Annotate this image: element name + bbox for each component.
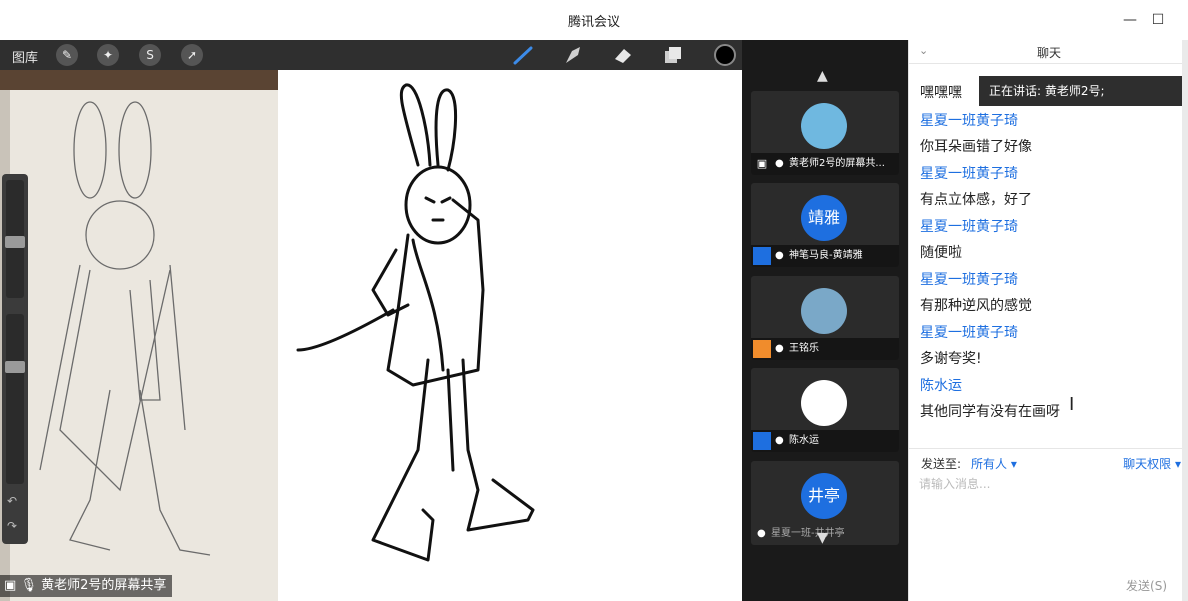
transform-arrow-icon[interactable]: ➚ (181, 44, 203, 66)
app-window: 腾讯会议 — ☐ 图库 ✎ ✦ S ➚ ↶ ↷ ▣ 🎙 黄老师2号的屏幕共享 ▲… (0, 0, 1188, 601)
participant-name-bar: ● 陈水运 (751, 430, 899, 452)
maximize-button[interactable]: ☐ (1148, 10, 1168, 30)
message-text: 随便啦 (920, 245, 962, 261)
sketch-photo (0, 70, 278, 601)
mic-icon: ● (775, 158, 784, 169)
brush-sliders: ↶ ↷ (2, 174, 28, 544)
participant-name-bar: ▣ ● 黄老师2号的屏幕共... (751, 153, 899, 175)
compose-area: 发送至: 所有人 ▾ 聊天权限 ▾ 发送(S) (909, 448, 1188, 601)
share-label-text: 黄老师2号的屏幕共享 (41, 578, 167, 593)
text-cursor-icon: I (1069, 394, 1075, 415)
message-sender: 星夏一班黄子琦 (920, 219, 1018, 235)
opacity-slider[interactable] (6, 314, 24, 484)
opacity-knob[interactable] (5, 361, 25, 373)
selection-icon[interactable]: S (139, 44, 161, 66)
send-to-dropdown[interactable]: 所有人 ▾ (971, 455, 1017, 472)
user-icon (753, 247, 771, 265)
participant-name: 星夏一班-井井亭 (771, 528, 845, 539)
screen-share-icon: ▣ (756, 157, 768, 170)
participant-name: 黄老师2号的屏幕共... (789, 158, 885, 169)
mic-muted-icon: ● (775, 435, 784, 446)
undo-icon[interactable]: ↶ (7, 494, 17, 508)
photo-edge (0, 70, 278, 90)
message-text: 有点立体感，好了 (920, 192, 1032, 208)
mic-muted-icon: ● (775, 250, 784, 261)
participant-card[interactable]: ● 陈水运 (751, 368, 899, 452)
drawing-canvas[interactable] (278, 70, 742, 601)
message-sender: 星夏一班黄子琦 (920, 113, 1018, 129)
brush-size-knob[interactable] (5, 236, 25, 248)
avatar: 井亭 (801, 473, 847, 519)
message-text: 有那种逆风的感觉 (920, 298, 1032, 314)
rabbit-drawing (296, 83, 535, 562)
participants-panel: ▲ ▣ ● 黄老师2号的屏幕共... 靖雅 ● 神笔马良-黄靖雅 ● 王铭乐 ● 陈水运 (742, 40, 908, 601)
message-sender: 星夏一班黄子琦 (920, 272, 1018, 288)
participant-name-bar: ● 神笔马良-黄靖雅 (751, 245, 899, 267)
participant-name: 神笔马良-黄靖雅 (789, 250, 863, 261)
message-text: 多谢夸奖! (920, 351, 982, 367)
message-text: 嘿嘿嘿 (920, 85, 962, 101)
chat-title: 聊天 (1036, 46, 1061, 60)
chat-header: ⌄ 聊天 (909, 40, 1188, 64)
message-text: 其他同学有没有在画呀 (920, 404, 1060, 420)
layers-icon[interactable] (662, 45, 684, 65)
participant-card[interactable]: ● 王铭乐 (751, 276, 899, 360)
minimize-button[interactable]: — (1120, 10, 1140, 30)
user-icon (753, 340, 771, 358)
participant-card[interactable]: ▣ ● 黄老师2号的屏幕共... (751, 91, 899, 175)
avatar (801, 288, 847, 334)
message-input[interactable] (919, 475, 1179, 565)
share-label: ▣ 🎙 黄老师2号的屏幕共享 (0, 575, 173, 597)
participant-name-bar: ● 王铭乐 (751, 338, 899, 360)
avatar: 靖雅 (801, 195, 847, 241)
participant-name: 陈水运 (789, 435, 819, 446)
message-sender: 星夏一班黄子琦 (920, 325, 1018, 341)
avatar (801, 380, 847, 426)
message-text: 你耳朵画错了好像 (920, 139, 1032, 155)
scrollbar[interactable] (1182, 40, 1188, 601)
screen-share-icon: ▣ (4, 578, 17, 593)
message-sender: 星夏一班黄子琦 (920, 166, 1018, 182)
gallery-button[interactable]: 图库 (12, 47, 38, 66)
send-to-label: 发送至: (921, 457, 962, 471)
sketch-paper (10, 70, 278, 601)
user-icon (753, 432, 771, 450)
scroll-up-icon[interactable]: ▲ (817, 68, 828, 84)
mic-icon: 🎙 (20, 578, 37, 593)
message-list[interactable]: 嘿嘿嘿 星夏一班黄子琦 你耳朵画错了好像 星夏一班黄子琦 有点立体感，好了 星夏… (909, 64, 1188, 448)
avatar (801, 103, 847, 149)
wrench-icon[interactable]: ✎ (56, 44, 78, 66)
magic-wand-icon[interactable]: ✦ (97, 44, 119, 66)
mic-muted-icon: ● (757, 528, 766, 539)
smudge-icon[interactable] (562, 45, 584, 65)
pencil-sketch (39, 101, 211, 556)
title-bar: 腾讯会议 — ☐ (0, 0, 1188, 40)
redo-icon[interactable]: ↷ (7, 519, 17, 533)
scroll-down-icon[interactable]: ▼ (817, 530, 828, 546)
send-button[interactable]: 发送(S) (1126, 577, 1167, 594)
mic-muted-icon: ● (775, 343, 784, 354)
participant-card[interactable]: 靖雅 ● 神笔马良-黄靖雅 (751, 183, 899, 267)
message-sender: 陈水运 (920, 378, 962, 394)
shared-screen: 图库 ✎ ✦ S ➚ ↶ ↷ ▣ 🎙 黄老师2号的屏幕共享 (0, 40, 742, 601)
window-title: 腾讯会议 (567, 15, 620, 30)
eraser-icon[interactable] (612, 45, 634, 65)
drawing-toolbar: 图库 ✎ ✦ S ➚ (0, 40, 742, 70)
speaking-indicator: 正在讲话: 黄老师2号; (979, 76, 1185, 106)
chat-panel: ⌄ 聊天 嘿嘿嘿 星夏一班黄子琦 你耳朵画错了好像 星夏一班黄子琦 有点立体感，… (908, 40, 1188, 601)
brush-icon[interactable] (512, 45, 534, 65)
chat-permission-dropdown[interactable]: 聊天权限 ▾ (1123, 455, 1181, 472)
color-picker[interactable] (714, 44, 736, 66)
participant-name: 王铭乐 (789, 343, 819, 354)
